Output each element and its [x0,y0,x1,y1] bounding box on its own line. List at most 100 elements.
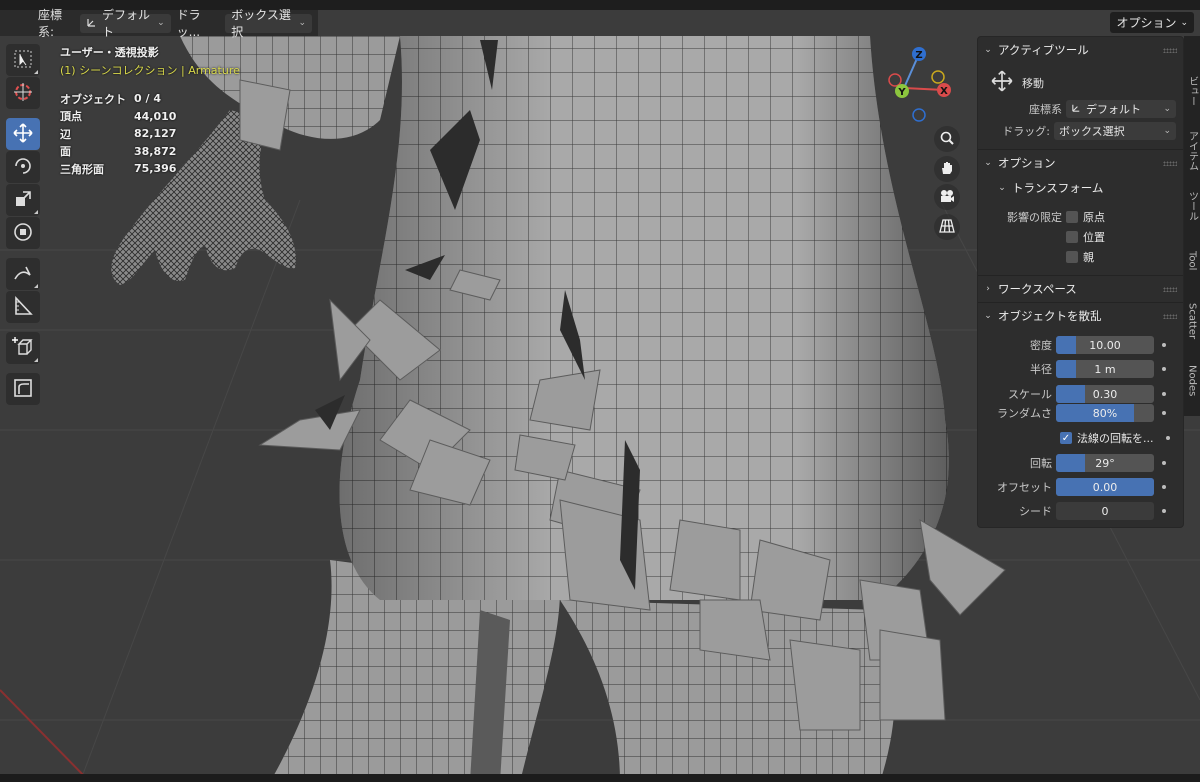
select-box-icon [13,49,33,72]
randomness-field[interactable]: 80% [1056,404,1154,422]
seed-field[interactable]: 0 [1056,502,1154,520]
stat-value: 75,396 [134,162,177,176]
radius-field[interactable]: 1 m [1056,360,1154,378]
normal-rotation-row: ✓ 法線の回転を... [978,428,1183,448]
options-button[interactable]: オプション ⌄ [1110,12,1194,33]
drag-grip-icon[interactable] [1163,161,1177,166]
neg-z-axis-handle[interactable] [912,108,926,122]
grid-icon [939,218,955,237]
zoom-button[interactable] [934,126,960,152]
density-label: 密度 [1030,339,1052,352]
tool-drag-dropdown[interactable]: ボックス選択 ⌄ [1054,122,1176,140]
stat-label: オブジェクト [60,92,126,106]
collection-label: (1) シーンコレクション | Armature [60,64,240,77]
scale-icon [13,189,33,212]
stat-label: 面 [60,145,71,159]
neg-y-axis-handle[interactable] [888,73,902,87]
scatter-tool[interactable] [6,373,40,405]
stat-row: オブジェクト 0 / 4 [60,90,190,108]
normal-rotation-checkbox[interactable]: ✓ [1060,432,1072,444]
ortho-toggle-button[interactable] [934,214,960,240]
keyframe-dot[interactable] [1162,367,1166,371]
tool-coord-row: 座標系 デフォルト ⌄ [978,99,1183,119]
chevron-down-icon: ⌄ [984,311,992,321]
tab-scatter[interactable]: Scatter [1185,296,1199,346]
cursor-tool[interactable] [6,77,40,109]
tool-coord-dropdown[interactable]: デフォルト ⌄ [1066,100,1176,118]
drag-grip-icon[interactable] [1163,287,1177,292]
camera-view-button[interactable] [934,184,960,210]
tab-nodes[interactable]: Nodes [1185,356,1199,406]
drag-grip-icon[interactable] [1163,48,1177,53]
chevron-down-icon: ⌄ [1163,126,1171,136]
affect-origin-row: 影響の限定 原点 [978,207,1183,227]
chevron-down-icon: ⌄ [984,45,992,55]
seed-label: シード [1019,505,1052,518]
sidebar-tabs: ビュー アイテム ツール Tool Scatter Nodes [1184,36,1200,416]
add-cube-icon [12,336,34,361]
density-value: 10.00 [1089,338,1121,352]
scale-field[interactable]: 0.30 [1056,385,1154,403]
measure-tool[interactable] [6,291,40,323]
keyframe-dot[interactable] [1162,411,1166,415]
offset-field[interactable]: 0.00 [1056,478,1154,496]
tool-drag-label: ドラッグ: [1002,125,1050,138]
normal-rotation-label: 法線の回転を... [1077,432,1154,445]
origin-checkbox[interactable] [1066,211,1078,223]
active-tool-header[interactable]: ⌄ アクティブツール [978,39,1183,61]
tab-view[interactable]: ビュー [1185,66,1199,116]
rotate-tool[interactable] [6,151,40,183]
keyframe-dot[interactable] [1162,392,1166,396]
tab-tool-en[interactable]: Tool [1185,241,1199,281]
add-cube-tool[interactable] [6,332,40,364]
annotate-icon [12,262,34,287]
stat-value: 0 / 4 [134,92,161,106]
keyframe-dot[interactable] [1162,343,1166,347]
options-header[interactable]: ⌄ オプション [978,152,1183,174]
affect-location-row: 位置 [978,227,1183,247]
scatter-header[interactable]: ⌄ オブジェクトを散乱 [978,305,1183,327]
transform-tool[interactable] [6,217,40,249]
move-tool[interactable] [6,118,40,150]
coord-dropdown[interactable]: デフォルト ⌄ [79,8,171,39]
tab-tool[interactable]: ツール [1185,186,1199,226]
keyframe-dot[interactable] [1165,436,1170,440]
drag-grip-icon[interactable] [1163,314,1177,319]
select-box-tool[interactable] [6,44,40,76]
annotate-tool[interactable] [6,258,40,290]
rotation-label: 回転 [1030,457,1052,470]
scale-label: スケール [1008,388,1052,401]
scale-tool[interactable] [6,184,40,216]
keyframe-dot[interactable] [1162,509,1166,513]
x-axis-label: X [940,86,948,97]
origin-label: 原点 [1083,211,1105,224]
pan-button[interactable] [934,156,960,182]
radius-value: 1 m [1094,362,1116,376]
drag-dropdown[interactable]: ボックス選択 ⌄ [225,8,312,39]
parent-checkbox[interactable] [1066,251,1078,263]
stat-label: 三角形面 [60,162,104,176]
randomness-value: 80% [1092,406,1118,420]
rotation-field[interactable]: 29° [1056,454,1154,472]
parent-label: 親 [1083,251,1094,264]
offset-row: オフセット 0.00 [978,477,1183,497]
scatter-title: オブジェクトを散乱 [998,309,1102,323]
location-checkbox[interactable] [1066,231,1078,243]
workspace-title: ワークスペース [998,282,1077,296]
neg-x-axis-handle[interactable] [931,70,945,84]
rotate-icon [12,155,34,180]
keyframe-dot[interactable] [1162,461,1166,465]
keyframe-dot[interactable] [1162,485,1166,489]
hand-icon [939,160,955,179]
transform-orientation-icon [1071,102,1082,116]
stat-row: 三角形面 75,396 [60,160,190,178]
density-field[interactable]: 10.00 [1056,336,1154,354]
rotation-value: 29° [1095,456,1115,470]
sidebar-panel: ⌄ アクティブツール 移動 座標系 デフォルト ⌄ ドラッグ: ボックス選択 ⌄… [977,36,1184,528]
workspace-header[interactable]: › ワークスペース [978,278,1183,300]
active-tool-title: アクティブツール [998,43,1089,57]
stat-row: 頂点 44,010 [60,108,190,126]
transform-subheader[interactable]: ⌄ トランスフォーム [978,177,1183,199]
navigation-gizmo[interactable]: Z Y X [880,44,960,124]
tab-item[interactable]: アイテム [1185,131,1199,171]
